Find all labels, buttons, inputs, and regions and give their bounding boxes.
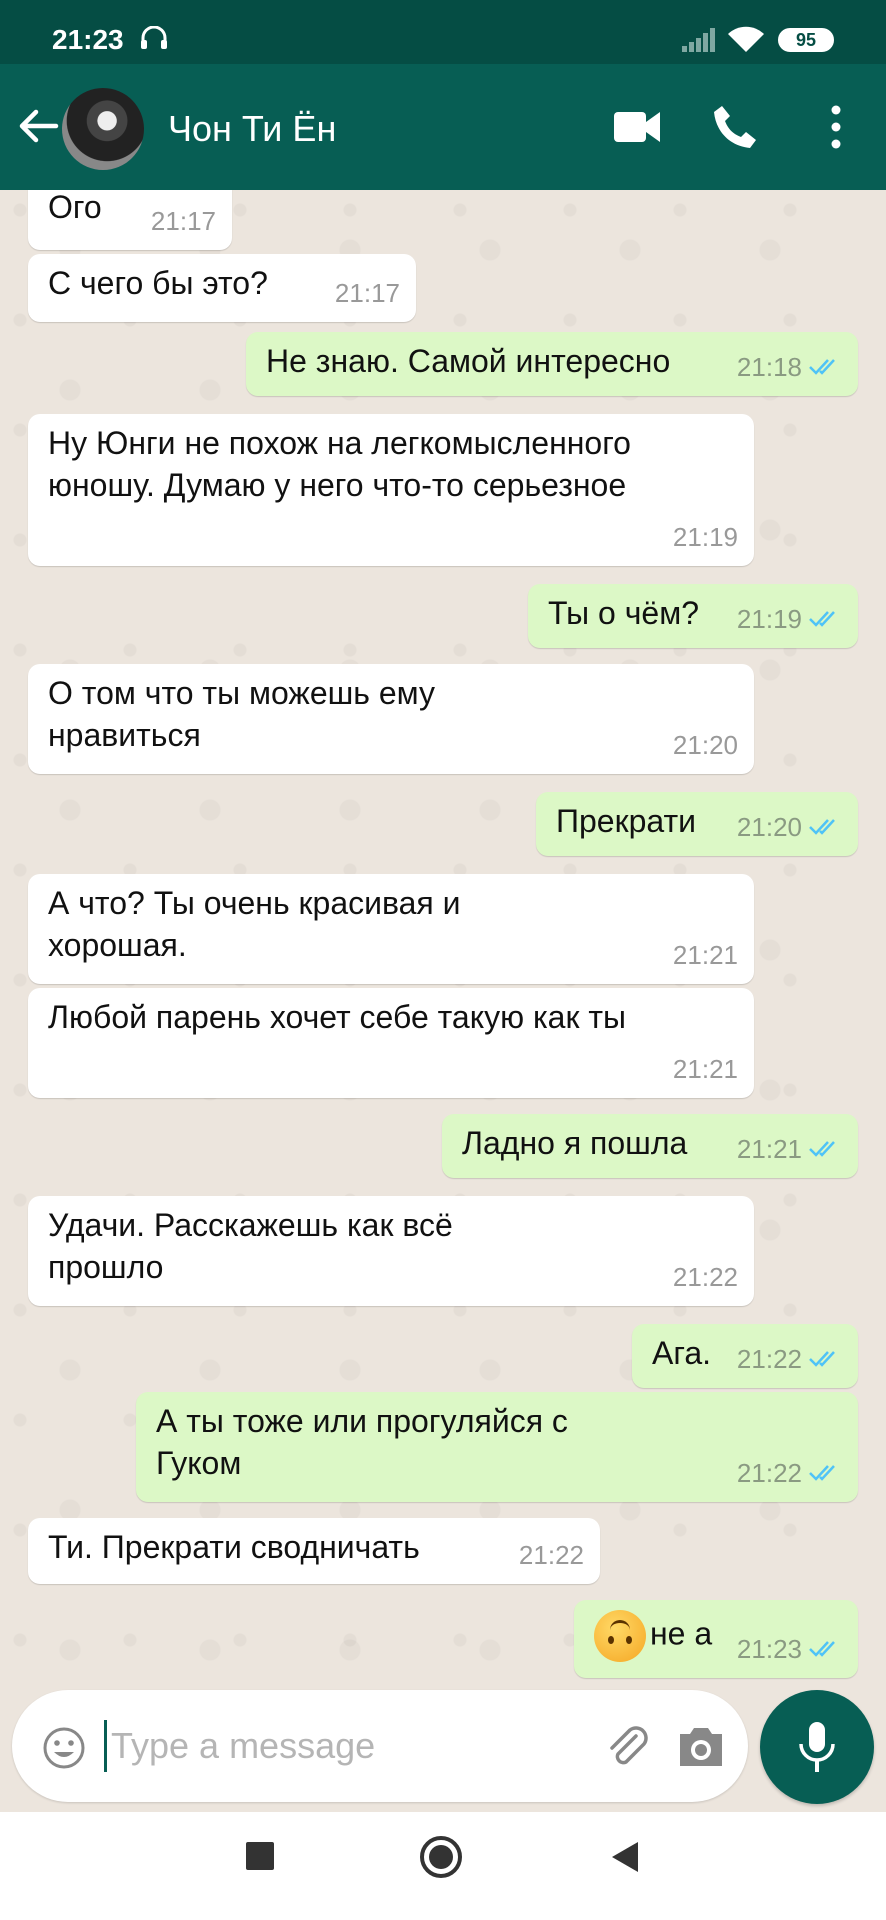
- system-back-icon[interactable]: [612, 1842, 638, 1872]
- message-incoming[interactable]: Ну Юнги не похож на легкомысленного юнош…: [28, 414, 754, 566]
- message-text: Любой парень хочет себе такую как ты: [48, 999, 627, 1035]
- message-time: 21:21: [672, 1054, 738, 1084]
- message-incoming[interactable]: Удачи. Расскажешь как всё прошло 21:22: [28, 1196, 754, 1306]
- status-time: 21:23: [52, 24, 124, 55]
- read-ticks-icon: [809, 611, 835, 627]
- microphone-icon: [799, 1722, 835, 1772]
- video-call-icon[interactable]: [614, 110, 660, 144]
- message-incoming[interactable]: Любой парень хочет себе такую как ты 21:…: [28, 988, 754, 1098]
- message-text: Удачи. Расскажешь как всё прошло: [48, 1207, 453, 1285]
- message-text: не а: [650, 1615, 713, 1652]
- status-bar: 21:23 95: [0, 0, 886, 64]
- message-time: 21:17: [150, 206, 216, 236]
- message-time: 21:22: [518, 1540, 584, 1570]
- message-outgoing[interactable]: Прекрати 21:20: [536, 792, 858, 856]
- wifi-icon: [728, 26, 764, 52]
- system-nav-bar: [0, 1812, 886, 1920]
- message-time: 21:19: [736, 604, 802, 634]
- message-time: 21:20: [736, 812, 802, 842]
- emoji-icon[interactable]: [42, 1726, 86, 1770]
- signal-icon: [682, 28, 715, 52]
- message-text: А что? Ты очень красивая и хорошая.: [48, 885, 461, 963]
- message-incoming[interactable]: Ти. Прекрати сводничать 21:22: [28, 1518, 600, 1584]
- message-outgoing[interactable]: не а 21:23: [574, 1600, 858, 1678]
- chat-messages: Ого 21:17 С чего бы это? 21:17 Не знаю. …: [0, 190, 886, 1690]
- message-time: 21:22: [736, 1458, 802, 1488]
- message-time: 21:22: [672, 1262, 738, 1292]
- message-outgoing[interactable]: Ты о чём? 21:19: [528, 584, 858, 648]
- chat-header: Чон Ти Ён: [0, 64, 886, 190]
- read-ticks-icon: [809, 819, 835, 835]
- message-incoming[interactable]: А что? Ты очень красивая и хорошая. 21:2…: [28, 874, 754, 984]
- message-text: А ты тоже или прогуляйся с Гуком: [156, 1403, 568, 1481]
- message-incoming[interactable]: Ого 21:17: [28, 190, 232, 250]
- message-text: Ти. Прекрати сводничать: [48, 1529, 420, 1565]
- message-time: 21:23: [736, 1634, 802, 1664]
- message-outgoing[interactable]: Ага. 21:22: [632, 1324, 858, 1388]
- voice-record-button[interactable]: [760, 1690, 874, 1804]
- message-time: 21:21: [672, 940, 738, 970]
- contact-avatar[interactable]: [62, 88, 144, 170]
- read-ticks-icon: [809, 1141, 835, 1157]
- message-time: 21:22: [736, 1344, 802, 1374]
- read-ticks-icon: [809, 359, 835, 375]
- attachment-icon[interactable]: [602, 1722, 652, 1772]
- message-text: Ну Юнги не похож на легкомысленного юнош…: [48, 425, 631, 503]
- message-outgoing[interactable]: Ладно я пошла 21:21: [442, 1114, 858, 1178]
- message-outgoing[interactable]: Не знаю. Самой интересно 21:18: [246, 332, 858, 396]
- message-input[interactable]: [104, 1720, 584, 1772]
- recent-apps-icon[interactable]: [246, 1842, 274, 1870]
- message-time: 21:20: [672, 730, 738, 760]
- read-ticks-icon: [809, 1351, 835, 1367]
- message-incoming[interactable]: С чего бы это? 21:17: [28, 254, 416, 322]
- camera-icon[interactable]: [676, 1724, 726, 1770]
- more-options-icon[interactable]: [824, 104, 848, 150]
- home-icon[interactable]: [420, 1836, 462, 1878]
- upside-down-face-icon: [594, 1610, 646, 1662]
- back-arrow-icon[interactable]: [16, 104, 60, 148]
- message-time: 21:18: [736, 352, 802, 382]
- message-composer: [12, 1690, 748, 1802]
- read-ticks-icon: [809, 1641, 835, 1657]
- battery-level: 95: [795, 29, 817, 50]
- message-time: 21:19: [672, 522, 738, 552]
- message-outgoing[interactable]: А ты тоже или прогуляйся с Гуком 21:22: [136, 1392, 858, 1502]
- message-incoming[interactable]: О том что ты можешь ему нравиться 21:20: [28, 664, 754, 774]
- battery-icon: 95: [778, 28, 834, 52]
- headphones-icon: [141, 26, 167, 49]
- phone-call-icon[interactable]: [712, 104, 758, 150]
- read-ticks-icon: [809, 1465, 835, 1481]
- message-time: 21:21: [736, 1134, 802, 1164]
- message-time: 21:17: [334, 278, 400, 308]
- message-text: О том что ты можешь ему нравиться: [48, 675, 435, 753]
- contact-name[interactable]: Чон Ти Ён: [168, 108, 336, 150]
